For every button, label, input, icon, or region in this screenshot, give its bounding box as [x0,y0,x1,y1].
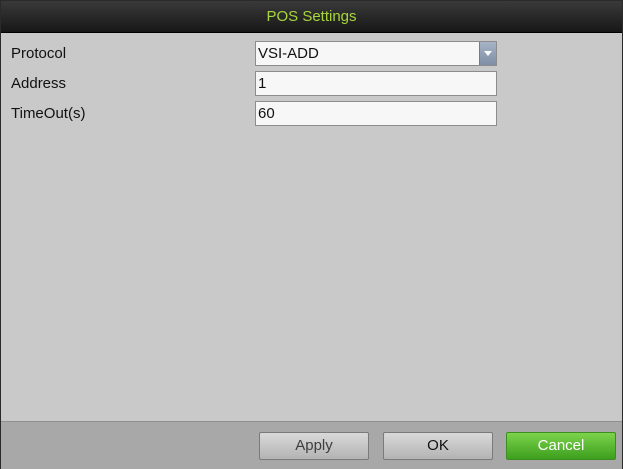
protocol-dropdown-button[interactable] [479,42,496,65]
apply-button[interactable]: Apply [259,432,369,460]
protocol-select[interactable]: VSI-ADD [255,41,497,66]
dialog-footer: Apply OK Cancel [1,421,622,469]
protocol-row: Protocol VSI-ADD [1,41,622,67]
address-input[interactable]: 1 [255,71,497,96]
cancel-button[interactable]: Cancel [506,432,616,460]
address-row: Address 1 [1,71,622,97]
protocol-label: Protocol [11,45,67,62]
timeout-label: TimeOut(s) [11,105,86,122]
chevron-down-icon [484,51,492,56]
address-label: Address [11,75,67,92]
pos-settings-dialog: POS Settings Protocol VSI-ADD Address 1 … [0,0,623,469]
protocol-value: VSI-ADD [258,45,319,62]
settings-content: Protocol VSI-ADD Address 1 TimeOut(s) 60 [1,33,622,421]
timeout-input[interactable]: 60 [255,101,497,126]
timeout-row: TimeOut(s) 60 [1,101,622,127]
dialog-title: POS Settings [1,1,622,33]
ok-button[interactable]: OK [383,432,493,460]
